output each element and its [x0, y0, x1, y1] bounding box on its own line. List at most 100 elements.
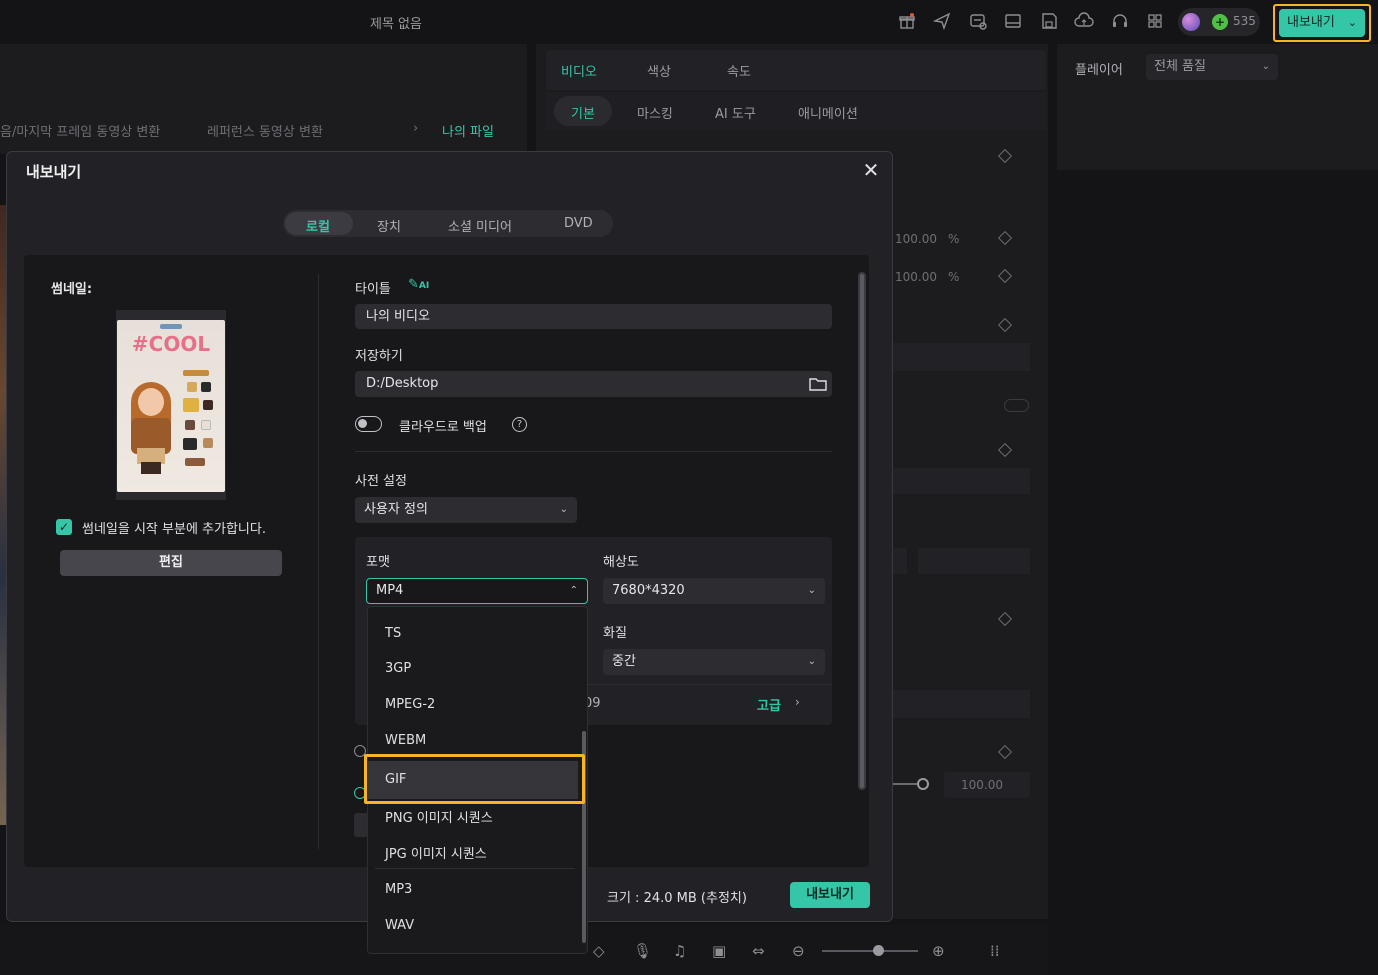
thumbnail-doll [127, 382, 175, 474]
bg-select-field[interactable] [893, 468, 1030, 494]
chevron-down-icon: ⌄ [559, 504, 568, 515]
chevron-up-icon: ⌃ [569, 585, 578, 596]
top-export-button[interactable]: 내보내기 ⌄ [1279, 9, 1365, 37]
bg-input-field[interactable] [893, 343, 1030, 371]
title-label: 타이틀 [355, 282, 391, 297]
captions-icon[interactable] [968, 12, 988, 32]
hidden-input[interactable] [354, 813, 368, 837]
tab-video[interactable]: 비디오 [561, 61, 597, 80]
format-option-3gp[interactable]: 3GP [385, 661, 411, 676]
credit-coin-icon: + [1212, 14, 1228, 30]
grid-icon[interactable] [1145, 12, 1165, 32]
divider [375, 868, 575, 869]
save-location-input[interactable]: D:/Desktop [355, 371, 832, 397]
gift-icon[interactable] [897, 12, 917, 32]
accessory-shape [201, 382, 211, 392]
bg-toggle[interactable] [1004, 399, 1029, 412]
top-export-label: 내보내기 [1287, 15, 1335, 30]
player-quality-select[interactable]: 전체 품질 ⌄ [1146, 54, 1278, 80]
shield-icon[interactable]: ◇ [593, 942, 605, 960]
cloud-backup-toggle[interactable] [355, 416, 382, 432]
zoom-in-icon[interactable]: ⊕ [932, 942, 945, 960]
format-option-wav[interactable]: WAV [385, 918, 414, 933]
format-option-ts[interactable]: TS [385, 626, 401, 641]
chevron-down-icon: ⌄ [1261, 61, 1270, 72]
send-icon[interactable] [932, 12, 952, 32]
thumbnail-image[interactable]: #COOL [117, 320, 225, 492]
save-location-value: D:/Desktop [366, 376, 439, 391]
dialog-title: 내보내기 [26, 163, 82, 181]
title-input[interactable]: 나의 비디오 [355, 304, 832, 329]
fit-icon[interactable]: ⇔ [752, 942, 765, 960]
format-option-png-sequence[interactable]: PNG 이미지 시퀀스 [385, 807, 493, 826]
headset-icon[interactable] [1110, 12, 1130, 32]
tab-color[interactable]: 색상 [647, 61, 671, 80]
export-button[interactable]: 내보내기 [790, 882, 870, 908]
save-icon[interactable] [1039, 12, 1059, 32]
zoom-slider-knob[interactable] [873, 945, 884, 956]
chevron-right-icon[interactable]: › [795, 695, 800, 709]
layout-icon[interactable] [1003, 12, 1023, 32]
zoom-slider[interactable] [822, 950, 918, 952]
tab-social-media[interactable]: 소셜 미디어 [448, 216, 512, 235]
tab-speed[interactable]: 속도 [727, 61, 751, 80]
tab-dvd[interactable]: DVD [564, 216, 593, 231]
save-location-label: 저장하기 [355, 349, 403, 364]
bg-link-frame-convert[interactable]: 음/마지막 프레임 동영상 변환 [0, 121, 160, 140]
zoom-out-icon[interactable]: ⊖ [792, 942, 805, 960]
bg-button[interactable] [918, 548, 1030, 574]
edit-thumbnail-button[interactable]: 편집 [60, 550, 282, 576]
format-option-mpeg2[interactable]: MPEG-2 [385, 697, 435, 712]
subtab-ai-tools[interactable]: AI 도구 [715, 103, 756, 122]
track-options-icon[interactable]: ⁞⁞ [990, 942, 1000, 960]
bg-breadcrumb-separator: › [413, 121, 419, 136]
bg-slider-track[interactable] [893, 783, 919, 785]
tab-local[interactable]: 로컬 [306, 216, 330, 235]
format-select[interactable]: MP4 ⌃ [366, 578, 588, 604]
help-icon[interactable]: ? [512, 417, 527, 432]
subtab-masking[interactable]: 마스킹 [637, 103, 673, 122]
quality-label: 화질 [603, 626, 627, 641]
captions-icon[interactable]: ▣ [712, 942, 726, 960]
preset-select[interactable]: 사용자 정의 ⌄ [355, 497, 577, 523]
cloud-upload-icon[interactable] [1074, 12, 1094, 32]
format-option-webm[interactable]: WEBM [385, 733, 426, 748]
scale-x-unit: % [948, 232, 960, 246]
scale-y-value[interactable]: 100.00 [895, 270, 937, 284]
close-icon[interactable]: ✕ [860, 159, 882, 181]
add-thumbnail-checkbox[interactable]: ✓ [56, 519, 72, 535]
quality-select[interactable]: 중간 ⌄ [603, 649, 825, 675]
accessory-shape [185, 458, 205, 466]
scale-x-value[interactable]: 100.00 [895, 232, 937, 246]
advanced-settings-link[interactable]: 고급 [757, 695, 781, 714]
add-thumbnail-label: 썸네일을 시작 부분에 추가합니다. [82, 522, 266, 537]
audio-icon[interactable]: ♫ [673, 942, 686, 960]
resolution-select[interactable]: 7680*4320 ⌄ [603, 578, 825, 604]
format-option-jpg-sequence[interactable]: JPG 이미지 시퀀스 [385, 843, 487, 862]
avatar [1182, 13, 1200, 31]
ai-pen-icon[interactable]: ✎AI [408, 277, 429, 292]
dialog-scrollbar-thumb[interactable] [860, 274, 864, 788]
folder-icon[interactable] [808, 376, 828, 392]
chevron-down-icon: ⌄ [807, 585, 816, 596]
microphone-icon[interactable]: 🎙︎ [633, 942, 652, 960]
credit-count: 535 [1233, 14, 1256, 28]
bg-slider-knob[interactable] [917, 778, 929, 790]
gif-highlight [364, 754, 585, 804]
bg-select-field[interactable] [893, 690, 1030, 718]
subtab-basic[interactable]: 기본 [571, 103, 595, 122]
project-title: 제목 없음 [370, 17, 422, 32]
bg-button[interactable] [893, 548, 907, 574]
accessory-shape [183, 438, 197, 450]
format-label: 포맷 [366, 555, 390, 570]
preset-label: 사전 설정 [355, 474, 407, 489]
bg-link-reference-convert[interactable]: 레퍼런스 동영상 변환 [207, 121, 323, 140]
opacity-value[interactable]: 100.00 [961, 778, 1003, 792]
bg-link-my-files[interactable]: 나의 파일 [442, 121, 494, 140]
accessory-shape [201, 420, 211, 430]
credits-badge[interactable]: + 535 [1178, 8, 1260, 36]
format-value: MP4 [376, 583, 404, 598]
subtab-animation[interactable]: 애니메이션 [798, 103, 858, 122]
format-option-mp3[interactable]: MP3 [385, 882, 412, 897]
tab-device[interactable]: 장치 [377, 216, 401, 235]
